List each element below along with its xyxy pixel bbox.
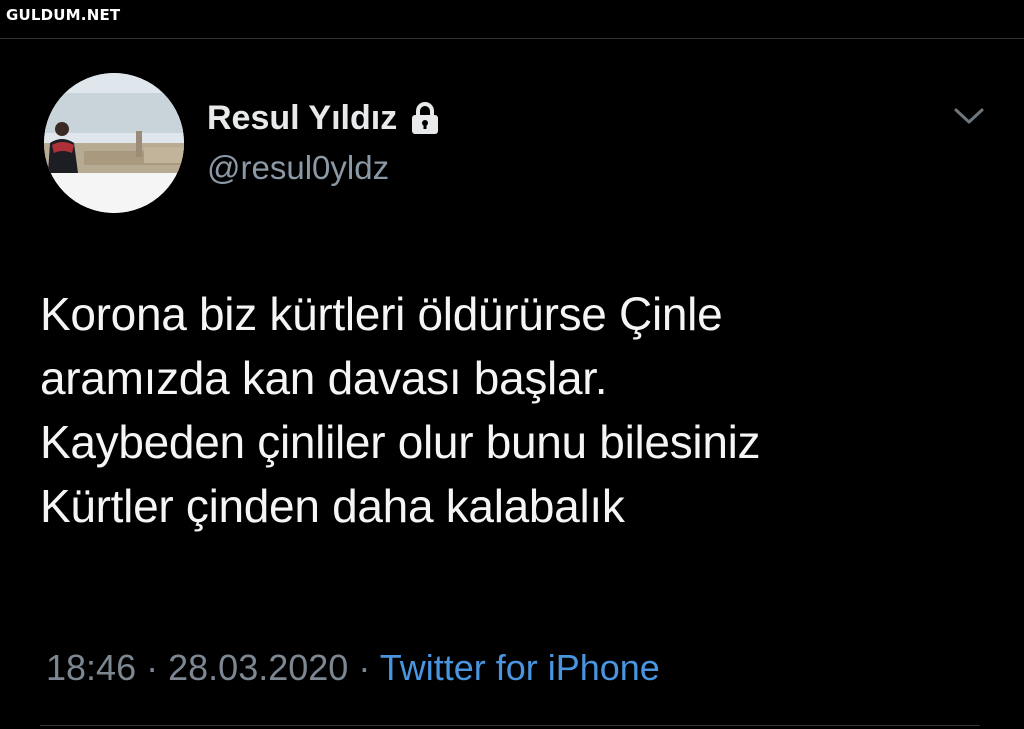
bottom-divider — [40, 725, 980, 726]
tweet-date[interactable]: 28.03.2020 — [168, 647, 348, 688]
author-handle[interactable]: @resul0yldz — [207, 148, 389, 188]
tweet-text-line: Korona biz kürtleri öldürürse Çinle — [40, 288, 723, 340]
watermark-logo: GULDUM.NET — [6, 6, 121, 24]
tweet-source-link[interactable]: Twitter for iPhone — [380, 647, 660, 688]
avatar[interactable] — [44, 73, 184, 213]
top-divider — [0, 38, 1024, 39]
meta-separator: · — [358, 647, 371, 688]
lock-icon — [409, 101, 441, 135]
tweet-time[interactable]: 18:46 — [46, 647, 136, 688]
meta-separator: · — [146, 647, 159, 688]
author-name-row: Resul Yıldız — [207, 98, 441, 138]
tweet-text-line: aramızda kan davası başlar. — [40, 352, 608, 404]
avatar-photo — [44, 73, 184, 213]
tweet-text-line: Kaybeden çinliler olur bunu bilesiniz — [40, 416, 761, 468]
chevron-down-icon[interactable] — [952, 104, 986, 128]
author-display-name[interactable]: Resul Yıldız — [207, 98, 397, 138]
tweet-text: Korona biz kürtleri öldürürse Çinle aram… — [40, 282, 1000, 538]
tweet-meta: 18:46 · 28.03.2020 · Twitter for iPhone — [46, 646, 660, 690]
tweet-text-line: Kürtler çinden daha kalabalık — [40, 480, 625, 532]
